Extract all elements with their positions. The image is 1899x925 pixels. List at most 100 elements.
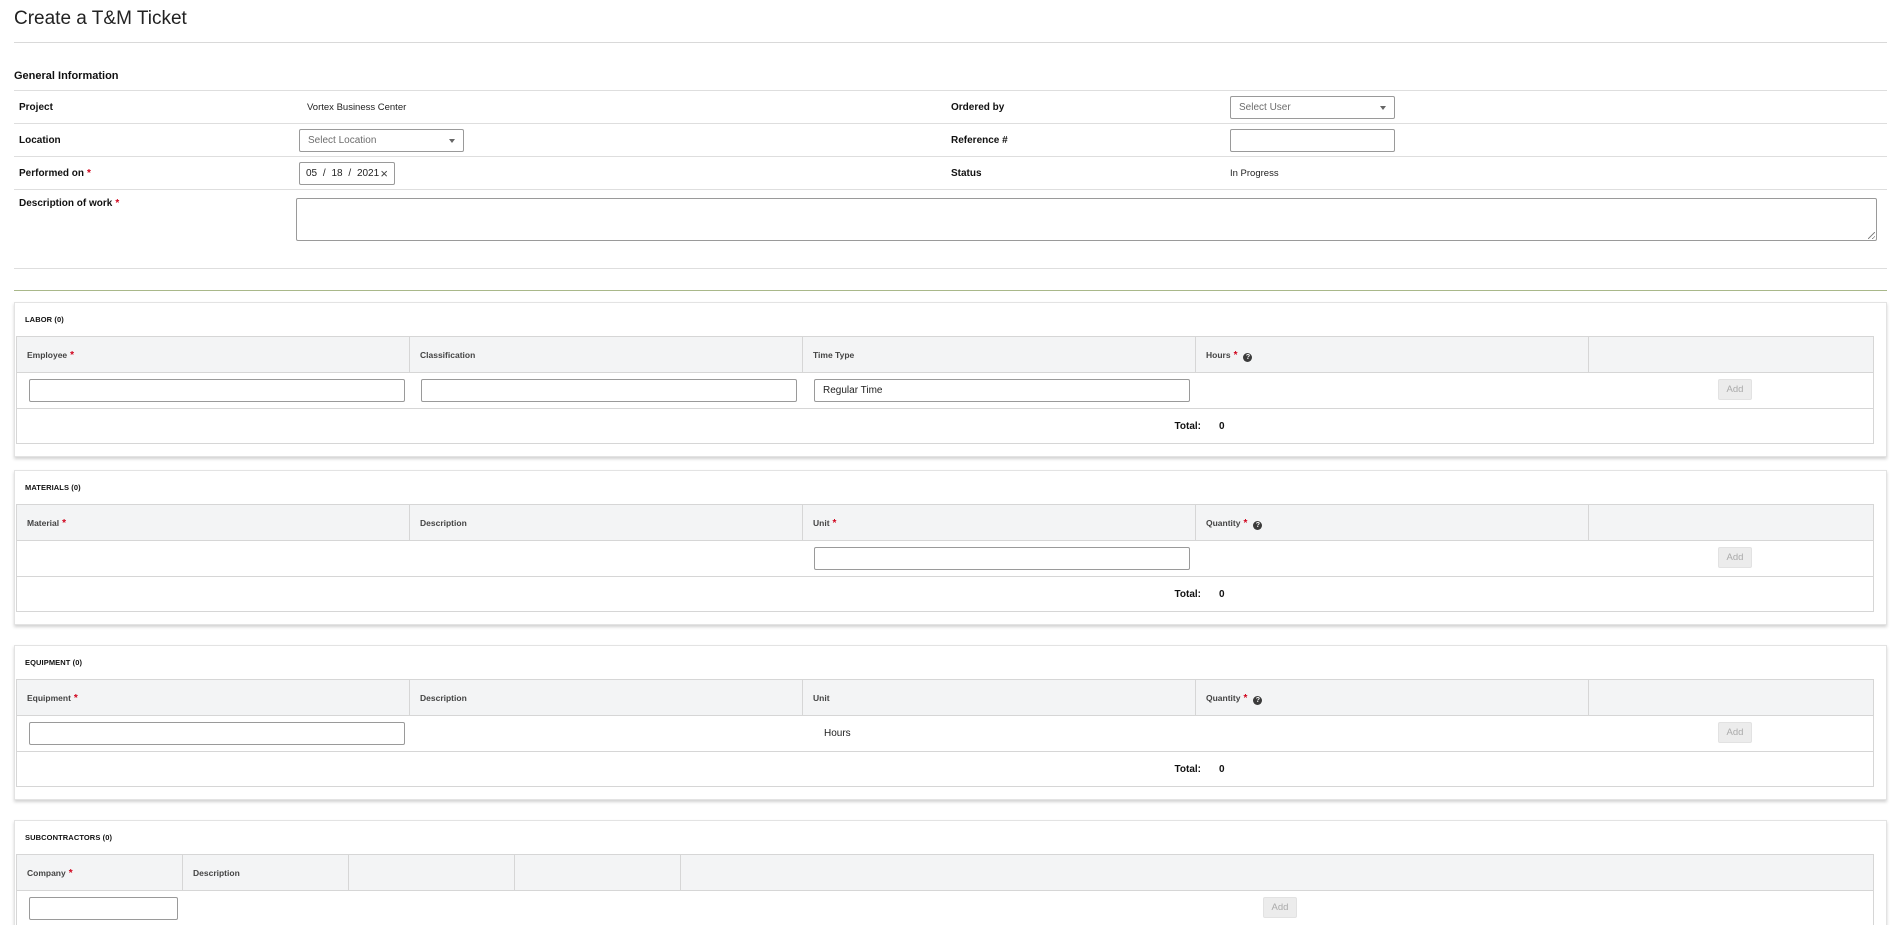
column-header-description: Description xyxy=(410,505,803,540)
company-input[interactable] xyxy=(29,897,178,920)
column-header-actions xyxy=(1589,505,1873,540)
description-label-text: Description of work xyxy=(19,198,113,209)
equipment-total-value: 0 xyxy=(1219,764,1225,775)
description-textarea[interactable] xyxy=(296,198,1877,241)
location-row: Location Select Location Reference # xyxy=(14,123,1887,156)
required-marker: * xyxy=(1233,350,1238,361)
performed-on-label: Performed on * xyxy=(19,168,91,179)
employee-input[interactable] xyxy=(29,379,405,402)
header-label: Time Type xyxy=(813,350,855,360)
header-label: Material xyxy=(27,518,60,528)
labor-panel: LABOR (0) Employee * Classification Time … xyxy=(14,302,1887,457)
column-header-actions xyxy=(681,855,1873,890)
section-divider xyxy=(14,290,1887,291)
labor-input-row: Regular Time Add xyxy=(17,373,1873,409)
date-separator: / xyxy=(348,168,352,179)
add-equipment-button[interactable]: Add xyxy=(1718,722,1752,743)
labor-title: LABOR (0) xyxy=(25,315,64,324)
required-marker: * xyxy=(832,518,837,529)
reference-input[interactable] xyxy=(1230,129,1395,152)
status-label: Status xyxy=(951,168,982,179)
description-row: Description of work * xyxy=(14,189,1887,268)
materials-panel: MATERIALS (0) Material * Description Unit… xyxy=(14,470,1887,625)
subcontractors-input-row: Add xyxy=(17,891,1873,925)
equipment-table-header: Equipment * Description Unit Quantity *? xyxy=(17,680,1873,716)
column-header-actions xyxy=(1589,680,1873,715)
general-information-heading: General Information xyxy=(14,70,119,82)
info-circle-icon[interactable]: ? xyxy=(1253,521,1263,530)
materials-title: MATERIALS (0) xyxy=(25,483,81,492)
date-year[interactable]: 2021 xyxy=(357,168,379,179)
subcontractors-panel: SUBCONTRACTORS (0) Company * Description … xyxy=(14,820,1887,925)
general-bottom-divider xyxy=(14,268,1887,269)
time-type-select[interactable]: Regular Time xyxy=(814,379,1190,402)
header-label: Quantity xyxy=(1206,693,1241,703)
equipment-input-row: Hours Add xyxy=(17,716,1873,752)
add-subcontractor-button[interactable]: Add xyxy=(1263,897,1297,918)
close-icon[interactable]: × xyxy=(380,166,388,181)
header-label: Hours xyxy=(1206,350,1231,360)
header-label: Description xyxy=(420,693,467,703)
header-label: Description xyxy=(420,518,467,528)
status-value: In Progress xyxy=(1230,168,1279,179)
column-header-empty xyxy=(515,855,681,890)
materials-table: Material * Description Unit * Quantity *? A… xyxy=(16,504,1874,612)
labor-table-header: Employee * Classification Time Type Hours… xyxy=(17,337,1873,373)
header-label: Company xyxy=(27,868,66,878)
required-marker: * xyxy=(68,868,73,879)
required-marker: * xyxy=(115,198,120,209)
subcontractors-table-header: Company * Description xyxy=(17,855,1873,891)
total-label: Total: xyxy=(1174,589,1201,600)
unit-input[interactable] xyxy=(814,547,1190,570)
equipment-panel: EQUIPMENT (0) Equipment * Description Uni… xyxy=(14,645,1887,800)
materials-input-row: Add xyxy=(17,541,1873,577)
ordered-by-select[interactable]: Select User xyxy=(1230,96,1395,119)
equipment-total-row: Total: 0 xyxy=(17,752,1873,786)
column-header-employee: Employee * xyxy=(17,337,410,372)
title-divider xyxy=(14,42,1887,43)
performed-on-date-input[interactable]: 05 / 18 / 2021 × xyxy=(299,162,395,185)
unit-value: Hours xyxy=(824,728,851,739)
equipment-input[interactable] xyxy=(29,722,405,745)
location-select[interactable]: Select Location xyxy=(299,129,464,152)
subcontractors-table: Company * Description Add xyxy=(16,854,1874,925)
labor-table: Employee * Classification Time Type Hours… xyxy=(16,336,1874,444)
ordered-by-placeholder: Select User xyxy=(1239,102,1291,113)
project-label: Project xyxy=(19,102,53,113)
header-label: Employee xyxy=(27,350,68,360)
required-marker: * xyxy=(1243,518,1248,529)
column-header-quantity: Quantity *? xyxy=(1196,505,1589,540)
total-label: Total: xyxy=(1174,764,1201,775)
add-labor-button[interactable]: Add xyxy=(1718,379,1752,400)
date-month[interactable]: 05 xyxy=(306,168,317,179)
total-label: Total: xyxy=(1174,421,1201,432)
header-label: Description xyxy=(193,868,240,878)
column-header-description: Description xyxy=(410,680,803,715)
add-material-button[interactable]: Add xyxy=(1718,547,1752,568)
classification-input[interactable] xyxy=(421,379,797,402)
project-row: Project Vortex Business Center Ordered b… xyxy=(14,90,1887,123)
info-circle-icon[interactable]: ? xyxy=(1253,696,1263,705)
required-marker: * xyxy=(1243,693,1248,704)
column-header-actions xyxy=(1589,337,1873,372)
materials-total-row: Total: 0 xyxy=(17,577,1873,611)
column-header-company: Company * xyxy=(17,855,183,890)
equipment-table: Equipment * Description Unit Quantity *? H… xyxy=(16,679,1874,787)
performed-on-label-text: Performed on xyxy=(19,168,85,179)
ordered-by-label: Ordered by xyxy=(951,102,1005,113)
required-marker: * xyxy=(87,168,91,179)
subcontractors-title: SUBCONTRACTORS (0) xyxy=(25,833,113,842)
date-day[interactable]: 18 xyxy=(331,168,342,179)
resize-handle-icon[interactable] xyxy=(1868,232,1875,239)
column-header-unit: Unit * xyxy=(803,505,1196,540)
info-circle-icon[interactable]: ? xyxy=(1243,353,1253,362)
caret-down-icon xyxy=(1380,106,1386,110)
labor-total-value: 0 xyxy=(1219,421,1225,432)
caret-down-icon xyxy=(449,139,455,143)
column-header-description: Description xyxy=(183,855,349,890)
reference-label: Reference # xyxy=(951,135,1008,146)
performed-on-row: Performed on * 05 / 18 / 2021 × Status In… xyxy=(14,156,1887,189)
description-label: Description of work * xyxy=(19,198,119,209)
column-header-time-type: Time Type xyxy=(803,337,1196,372)
header-label: Equipment xyxy=(27,693,71,703)
